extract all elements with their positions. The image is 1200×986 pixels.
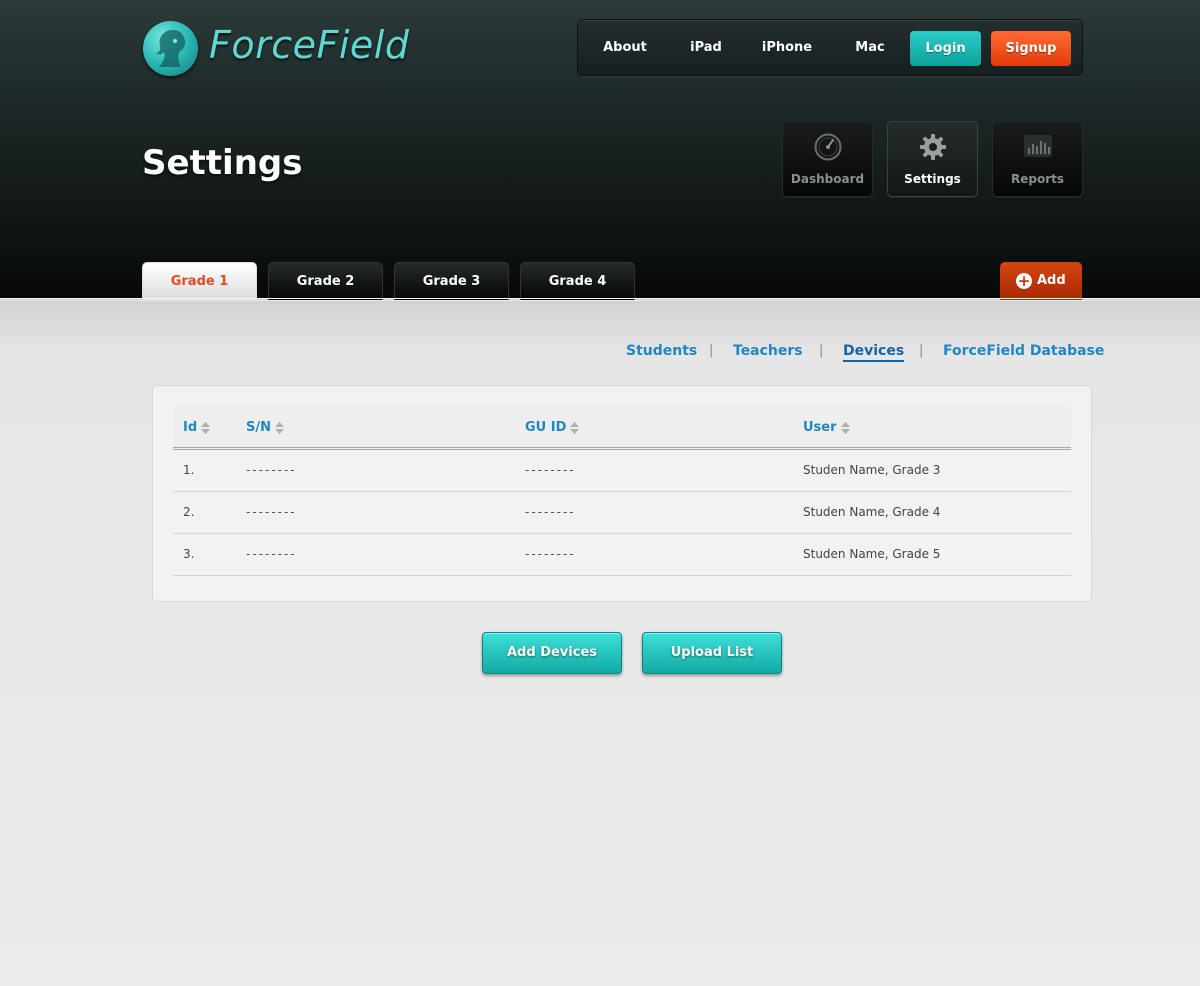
column-header-label: User: [803, 420, 837, 435]
subnav-teachers[interactable]: Teachers: [733, 343, 803, 359]
column-header-label: S/N: [246, 420, 271, 435]
logo[interactable]: ForceField: [143, 21, 423, 77]
gear-icon: [918, 132, 948, 162]
tile-settings[interactable]: Settings: [887, 121, 978, 197]
cell-sn: --------: [246, 463, 297, 477]
upload-list-button[interactable]: Upload List: [642, 632, 782, 674]
add-button[interactable]: + Add: [1000, 262, 1082, 300]
tile-reports[interactable]: Reports: [992, 121, 1083, 197]
top-navigation: About iPad iPhone Mac Login Signup: [577, 19, 1083, 76]
column-header-label: GU ID: [525, 420, 567, 435]
cell-guid: --------: [525, 463, 576, 477]
tile-label-dashboard: Dashboard: [790, 172, 865, 186]
subnav-separator: |: [819, 343, 824, 358]
subnav-separator: |: [919, 343, 924, 358]
cell-user: Studen Name, Grade 3: [803, 463, 941, 477]
bar-chart-icon: [1023, 132, 1053, 162]
column-header-id[interactable]: Id: [183, 420, 211, 435]
cell-id: 1.: [183, 463, 195, 477]
subnav-separator: |: [709, 343, 714, 358]
nav-link-mac[interactable]: Mac: [846, 20, 894, 76]
logo-mark-icon: [143, 21, 198, 76]
sort-arrows-icon: [201, 421, 211, 434]
nav-link-about[interactable]: About: [598, 20, 652, 76]
table-header: Id S/N GU ID User: [173, 406, 1071, 450]
table-row[interactable]: 2. -------- -------- Studen Name, Grade …: [173, 492, 1071, 534]
subnav-forcefield-database[interactable]: ForceField Database: [943, 343, 1104, 359]
nav-link-ipad[interactable]: iPad: [682, 20, 730, 76]
tab-grade-1[interactable]: Grade 1: [142, 262, 257, 300]
tab-grade-3[interactable]: Grade 3: [394, 262, 509, 300]
cell-guid: --------: [525, 505, 576, 519]
gauge-icon: [813, 132, 843, 162]
tile-label-reports: Reports: [1010, 172, 1064, 186]
cell-sn: --------: [246, 547, 297, 561]
sort-arrows-icon: [275, 421, 284, 434]
tab-grade-4[interactable]: Grade 4: [520, 262, 635, 300]
add-button-label: Add: [1037, 273, 1066, 288]
cell-sn: --------: [246, 505, 297, 519]
table-row[interactable]: 1. -------- -------- Studen Name, Grade …: [173, 450, 1071, 492]
plus-circle-icon: +: [1016, 272, 1032, 290]
column-header-sn[interactable]: S/N: [246, 420, 284, 435]
signup-button[interactable]: Signup: [991, 31, 1071, 66]
cell-guid: --------: [525, 547, 576, 561]
nav-link-iphone[interactable]: iPhone: [758, 20, 816, 76]
tab-grade-2[interactable]: Grade 2: [268, 262, 383, 300]
column-header-user[interactable]: User: [803, 420, 850, 435]
table-row[interactable]: 3. -------- -------- Studen Name, Grade …: [173, 534, 1071, 576]
cell-id: 3.: [183, 547, 195, 561]
cell-user: Studen Name, Grade 4: [803, 505, 941, 519]
tile-dashboard[interactable]: Dashboard: [782, 121, 873, 197]
cell-user: Studen Name, Grade 5: [803, 547, 941, 561]
header: ForceField About iPad iPhone Mac Login S…: [0, 0, 1200, 300]
sort-arrows-icon: [570, 421, 580, 434]
devices-table-panel: Id S/N GU ID User 1. -------- -------- S…: [152, 385, 1092, 602]
cell-id: 2.: [183, 505, 195, 519]
subnav-students[interactable]: Students: [626, 343, 697, 359]
page-title: Settings: [142, 143, 303, 183]
brand-name: ForceField: [209, 23, 410, 67]
column-header-label: Id: [183, 420, 198, 435]
add-devices-button[interactable]: Add Devices: [482, 632, 622, 674]
login-button[interactable]: Login: [910, 31, 981, 66]
column-header-guid[interactable]: GU ID: [525, 420, 580, 435]
tile-label-settings: Settings: [904, 172, 961, 186]
subnav-devices[interactable]: Devices: [843, 343, 905, 362]
sort-arrows-icon: [840, 421, 850, 434]
